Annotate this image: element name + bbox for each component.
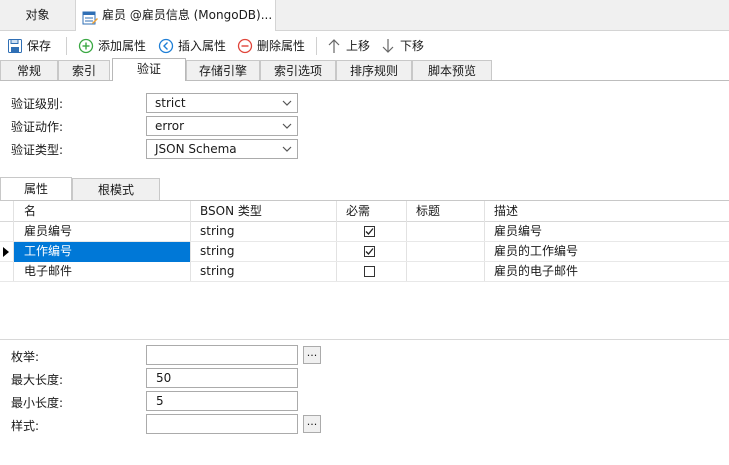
tab-employee-label: 雇员 @雇员信息 (MongoDB)...: [102, 8, 273, 22]
move-up-button[interactable]: 上移: [326, 36, 370, 56]
tab-objects[interactable]: 对象: [0, 0, 76, 30]
validation-level-label: 验证级别:: [11, 97, 64, 111]
tab-collation[interactable]: 排序规则: [336, 60, 412, 80]
min-length-label: 最小长度:: [11, 396, 64, 410]
tab-root-schema[interactable]: 根模式: [72, 178, 160, 200]
current-row-indicator-icon: [3, 247, 9, 257]
min-length-input[interactable]: 5: [146, 391, 298, 411]
required-checkbox[interactable]: [364, 266, 375, 277]
cell-description[interactable]: 雇员编号: [494, 222, 542, 242]
tab-script-preview[interactable]: 脚本预览: [412, 60, 492, 80]
validation-type-label: 验证类型:: [11, 143, 64, 157]
save-button[interactable]: 保存: [7, 36, 51, 56]
save-icon: [8, 39, 22, 53]
cell-bson-type[interactable]: string: [200, 242, 234, 262]
document-tabbar: 对象 雇员 @雇员信息 (MongoDB)...: [0, 0, 729, 31]
move-up-label: 上移: [346, 39, 371, 53]
add-circle-icon: [78, 38, 94, 54]
save-label: 保存: [27, 39, 52, 53]
move-down-button[interactable]: 下移: [380, 36, 424, 56]
enum-browse-button[interactable]: ...: [303, 346, 321, 364]
toolbar-divider: [66, 37, 67, 55]
validation-level-select[interactable]: strict: [146, 93, 298, 113]
insert-attribute-label: 插入属性: [178, 39, 227, 53]
required-checkbox[interactable]: [364, 246, 375, 257]
checkmark-icon: [365, 248, 374, 255]
chevron-down-icon: [282, 100, 292, 106]
enum-label: 枚举:: [11, 350, 40, 364]
arrow-down-icon: [382, 39, 394, 53]
cell-description[interactable]: 雇员的工作编号: [494, 242, 578, 262]
column-header-name[interactable]: 名: [24, 201, 36, 221]
tab-validation[interactable]: 验证: [112, 58, 186, 81]
delete-attribute-label: 删除属性: [257, 39, 306, 53]
column-header-description[interactable]: 描述: [494, 201, 518, 221]
toolbar: 保存 添加属性 插入属性 删除属性 上移 下移: [0, 31, 729, 60]
table-row-selected[interactable]: 工作编号 string 雇员的工作编号: [0, 242, 729, 262]
max-length-label: 最大长度:: [11, 373, 64, 387]
add-attribute-button[interactable]: 添加属性: [78, 36, 146, 56]
cell-bson-type[interactable]: string: [200, 262, 234, 282]
delete-attribute-button[interactable]: 删除属性: [237, 36, 305, 56]
cell-bson-type[interactable]: string: [200, 222, 234, 242]
max-length-input[interactable]: 50: [146, 368, 298, 388]
enum-input[interactable]: [146, 345, 298, 365]
tab-general[interactable]: 常规: [0, 60, 58, 80]
validation-action-value: error: [155, 119, 185, 133]
insert-arrow-icon: [158, 38, 174, 54]
cell-name[interactable]: 雇员编号: [24, 222, 72, 242]
toolbar-divider: [316, 37, 317, 55]
attributes-grid: 名 BSON 类型 必需 标题 描述 雇员编号 string 雇员编号 工作编号…: [0, 200, 729, 340]
tab-objects-label: 对象: [25, 8, 50, 22]
cell-description[interactable]: 雇员的电子邮件: [494, 262, 578, 282]
cell-name[interactable]: 工作编号: [14, 242, 190, 262]
arrow-up-icon: [328, 39, 340, 53]
validation-level-value: strict: [155, 96, 186, 110]
property-tabbar: 常规 索引 验证 存储引擎 索引选项 排序规则 脚本预览: [0, 58, 729, 81]
validation-type-select[interactable]: JSON Schema: [146, 139, 298, 159]
required-checkbox[interactable]: [364, 226, 375, 237]
tab-attributes[interactable]: 属性: [0, 177, 72, 201]
collection-design-icon: [82, 7, 98, 25]
cell-name[interactable]: 电子邮件: [24, 262, 72, 282]
table-row[interactable]: 电子邮件 string 雇员的电子邮件: [0, 262, 729, 282]
tab-index-options[interactable]: 索引选项: [260, 60, 336, 80]
column-header-required[interactable]: 必需: [346, 201, 370, 221]
pattern-label: 样式:: [11, 419, 40, 433]
delete-circle-icon: [237, 38, 253, 54]
add-attribute-label: 添加属性: [98, 39, 147, 53]
chevron-down-icon: [282, 123, 292, 129]
validation-action-select[interactable]: error: [146, 116, 298, 136]
pattern-browse-button[interactable]: ...: [303, 415, 321, 433]
tab-storage-engine[interactable]: 存储引擎: [186, 60, 260, 80]
pattern-input[interactable]: [146, 414, 298, 434]
column-header-title[interactable]: 标题: [416, 201, 440, 221]
chevron-down-icon: [282, 146, 292, 152]
grid-header: 名 BSON 类型 必需 标题 描述: [0, 201, 729, 222]
checkmark-icon: [365, 228, 374, 235]
table-row[interactable]: 雇员编号 string 雇员编号: [0, 222, 729, 242]
column-header-bson-type[interactable]: BSON 类型: [200, 201, 262, 221]
tab-indexes[interactable]: 索引: [58, 60, 110, 80]
tab-employee-collection[interactable]: 雇员 @雇员信息 (MongoDB)...: [76, 0, 276, 31]
move-down-label: 下移: [400, 39, 425, 53]
validation-type-value: JSON Schema: [155, 142, 237, 156]
insert-attribute-button[interactable]: 插入属性: [158, 36, 226, 56]
validation-action-label: 验证动作:: [11, 120, 64, 134]
